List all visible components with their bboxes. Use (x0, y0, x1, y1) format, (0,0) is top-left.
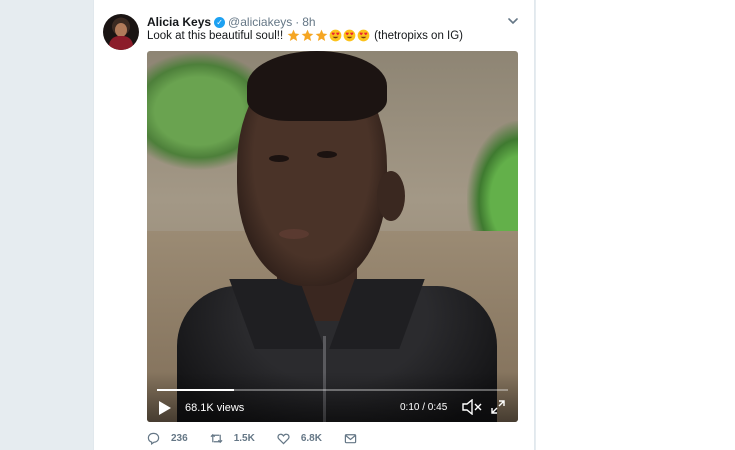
video-scene-eye (269, 155, 289, 162)
video-views: 68.1K views (185, 402, 245, 414)
video-timer: 0:10 / 0:45 (400, 402, 448, 413)
avatar-shirt (109, 36, 133, 50)
message-button[interactable] (344, 432, 357, 445)
heart-eyes-emoji-icon (329, 29, 342, 42)
header-separator: · (295, 15, 300, 29)
tweet-actions: 236 1.5K 6.8K (147, 430, 379, 446)
retweet-icon (210, 433, 223, 443)
author-handle[interactable]: @aliciakeys (228, 15, 292, 29)
video-progress-bar[interactable] (157, 389, 508, 391)
video-scene-hair (247, 51, 387, 121)
mute-icon[interactable] (462, 399, 482, 415)
author-name[interactable]: Alicia Keys (147, 15, 211, 29)
play-icon[interactable] (158, 400, 172, 416)
video-scene-eye (317, 151, 337, 158)
reply-icon (147, 432, 160, 445)
tweet-text-credit: (thetropixs on IG) (374, 29, 464, 42)
star-emoji-icon (315, 29, 328, 41)
avatar[interactable] (103, 14, 139, 50)
like-count: 6.8K (300, 432, 322, 444)
tweet-card[interactable]: Alicia Keys ✓ @aliciakeys · 8h Look at t… (93, 0, 535, 450)
avatar-face (115, 23, 127, 37)
heart-icon (277, 433, 290, 444)
tweet-text-main: Look at this beautiful soul!! (147, 29, 284, 42)
video-player[interactable]: 68.1K views 0:10 / 0:45 (147, 51, 518, 422)
heart-eyes-emoji-icon (357, 29, 370, 42)
tweet-text: Look at this beautiful soul!! (thetropix… (147, 29, 463, 42)
fullscreen-icon[interactable] (490, 399, 506, 415)
reply-button[interactable]: 236 (147, 432, 188, 445)
envelope-icon (344, 433, 357, 443)
video-controls: 68.1K views 0:10 / 0:45 (147, 372, 518, 422)
retweet-button[interactable]: 1.5K (210, 432, 255, 445)
right-panel (536, 0, 735, 450)
verified-badge-icon: ✓ (214, 16, 226, 28)
tweet-timestamp[interactable]: 8h (302, 15, 315, 29)
video-scene-ear (377, 171, 405, 221)
chevron-down-icon[interactable] (506, 14, 520, 28)
reply-count: 236 (171, 432, 188, 444)
video-progress-fill (157, 389, 235, 391)
video-scene-mouth (279, 229, 309, 239)
retweet-count: 1.5K (233, 432, 255, 444)
tweet-emojis (287, 29, 370, 42)
star-emoji-icon (301, 29, 314, 41)
like-button[interactable]: 6.8K (277, 432, 322, 445)
heart-eyes-emoji-icon (343, 29, 356, 42)
star-emoji-icon (287, 29, 300, 41)
